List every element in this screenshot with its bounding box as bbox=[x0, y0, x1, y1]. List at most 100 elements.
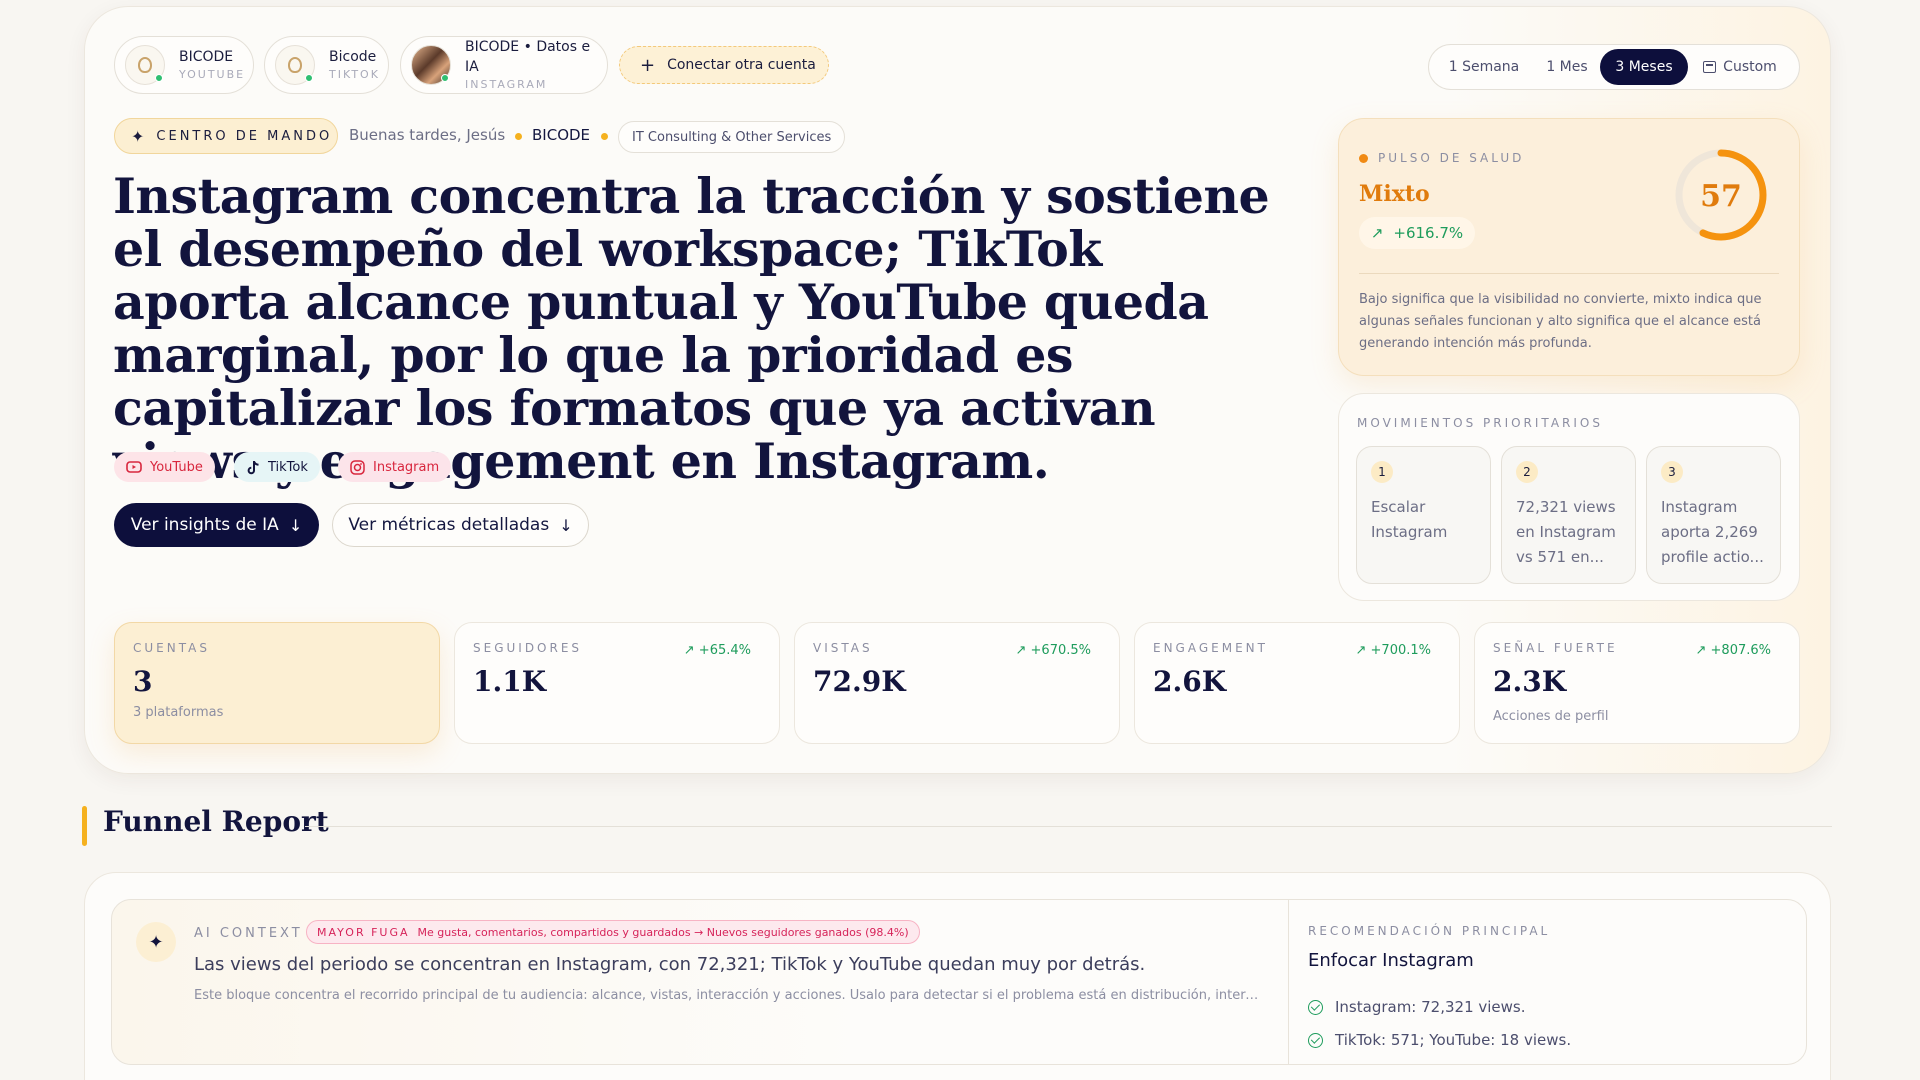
kpi-label: SEGUIDORES bbox=[473, 641, 583, 655]
platform-tag-instagram[interactable]: Instagram bbox=[338, 452, 452, 482]
command-center-badge: ✦ CENTRO DE MANDO bbox=[114, 118, 338, 154]
kpi-delta-value: +807.6% bbox=[1710, 643, 1771, 658]
kpi-value: 2.3K bbox=[1493, 665, 1567, 698]
priority-moves-title: MOVIMIENTOS PRIORITARIOS bbox=[1357, 416, 1603, 430]
range-custom[interactable]: Custom bbox=[1688, 49, 1792, 85]
kpi-subtext: 3 plataformas bbox=[133, 705, 224, 720]
kpi-delta: ↗ +65.4% bbox=[684, 643, 751, 658]
move-number: 3 bbox=[1661, 461, 1683, 483]
plus-icon: + bbox=[640, 54, 656, 76]
health-pulse-card: PULSO DE SALUD Mixto ↗ +616.7% 57 Bajo s… bbox=[1338, 118, 1800, 376]
youtube-icon bbox=[126, 461, 142, 473]
detailed-metrics-button[interactable]: Ver métricas detalladas ↓ bbox=[332, 503, 589, 547]
account-pill-youtube[interactable]: BICODE YOUTUBE bbox=[114, 36, 254, 94]
section-accent-bar bbox=[82, 806, 87, 846]
ai-insights-button[interactable]: Ver insights de IA ↓ bbox=[114, 503, 319, 547]
account-name: BICODE bbox=[179, 49, 234, 65]
arrow-up-right-icon: ↗ bbox=[1355, 643, 1371, 658]
detailed-metrics-label: Ver métricas detalladas bbox=[348, 515, 550, 535]
kpi-label: SEÑAL FUERTE bbox=[1493, 641, 1618, 655]
account-pill-tiktok[interactable]: Bicode TIKTOK bbox=[264, 36, 389, 94]
priority-moves-card: MOVIMIENTOS PRIORITARIOS 1 Escalar Insta… bbox=[1338, 393, 1800, 601]
account-platform: INSTAGRAM bbox=[465, 78, 548, 91]
health-description: Bajo significa que la visibilidad no con… bbox=[1359, 292, 1762, 351]
account-name: BICODE • Datos e IA bbox=[465, 39, 591, 75]
status-dot bbox=[155, 74, 163, 82]
kpi-delta: ↗ +700.1% bbox=[1356, 643, 1432, 658]
bicode-logo-avatar bbox=[125, 45, 165, 85]
instagram-icon bbox=[350, 459, 365, 475]
arrow-up-right-icon: ↗ bbox=[683, 643, 699, 658]
kpi-card-engagement[interactable]: ENGAGEMENT ↗ +700.1% 2.6K bbox=[1134, 622, 1460, 744]
range-1-month[interactable]: 1 Mes bbox=[1534, 49, 1600, 85]
calendar-icon bbox=[1703, 61, 1717, 73]
priority-move-card[interactable]: 3 Instagram aporta 2,269 profile actio..… bbox=[1646, 446, 1781, 584]
ai-context-box: ✦ AI CONTEXT MAYOR FUGA Me gusta, coment… bbox=[111, 899, 1807, 1065]
status-dot bbox=[441, 74, 449, 82]
bicode-logo-avatar bbox=[275, 45, 315, 85]
sparkles-icon: ✦ bbox=[136, 922, 176, 962]
kpi-delta: ↗ +670.5% bbox=[1016, 643, 1092, 658]
ai-context-detail: Este bloque concentra el recorrido princ… bbox=[194, 988, 1266, 1003]
move-text: Escalar Instagram bbox=[1371, 498, 1448, 541]
kpi-label: ENGAGEMENT bbox=[1153, 641, 1268, 655]
recommendation-item: TikTok: 571; YouTube: 18 views. bbox=[1308, 1031, 1571, 1049]
platform-tag-tiktok[interactable]: TikTok bbox=[234, 452, 320, 482]
kpi-value: 1.1K bbox=[473, 665, 547, 698]
ai-context-label: AI CONTEXT bbox=[194, 926, 303, 941]
tiktok-icon bbox=[246, 460, 260, 475]
health-delta-badge: ↗ +616.7% bbox=[1359, 217, 1475, 249]
time-range-selector: 1 Semana 1 Mes 3 Meses Custom bbox=[1428, 44, 1800, 90]
priority-move-card[interactable]: 2 72,321 views en Instagram vs 571 en... bbox=[1501, 446, 1636, 584]
kpi-label: VISTAS bbox=[813, 641, 873, 655]
account-pill-instagram[interactable]: BICODE • Datos e IA INSTAGRAM bbox=[400, 36, 608, 94]
divider bbox=[1288, 900, 1289, 1064]
industry-tag: IT Consulting & Other Services bbox=[618, 121, 846, 153]
account-platform: YOUTUBE bbox=[179, 68, 246, 81]
greeting: Buenas tardes, Jesús bbox=[349, 126, 506, 144]
health-status-dot bbox=[1359, 153, 1368, 163]
funnel-report-title: Funnel Report bbox=[103, 805, 329, 838]
kpi-subtext: Acciones de perfil bbox=[1493, 709, 1609, 724]
check-circle-icon bbox=[1308, 1032, 1323, 1048]
arrow-up-right-icon: ↗ bbox=[1370, 224, 1384, 242]
separator-dot bbox=[515, 133, 522, 140]
kpi-delta-value: +670.5% bbox=[1030, 643, 1091, 658]
move-number: 1 bbox=[1371, 461, 1393, 483]
biggest-leak-badge: MAYOR FUGA Me gusta, comentarios, compar… bbox=[306, 920, 920, 944]
status-dot bbox=[305, 74, 313, 82]
check-circle-icon bbox=[1308, 999, 1323, 1015]
recommendation-item-text: TikTok: 571; YouTube: 18 views. bbox=[1335, 1031, 1572, 1049]
kpi-delta: ↗ +807.6% bbox=[1696, 643, 1772, 658]
account-name: Bicode bbox=[329, 49, 377, 65]
platform-tag-youtube[interactable]: YouTube bbox=[114, 452, 215, 482]
range-3-months[interactable]: 3 Meses bbox=[1600, 49, 1688, 85]
health-label-text: PULSO DE SALUD bbox=[1378, 151, 1525, 165]
kpi-card-accounts[interactable]: CUENTAS 3 3 plataformas bbox=[114, 622, 440, 744]
workspace-name: BICODE bbox=[532, 126, 591, 144]
recommendation-title: Enfocar Instagram bbox=[1308, 950, 1474, 971]
range-1-week[interactable]: 1 Semana bbox=[1434, 49, 1534, 85]
section-divider bbox=[305, 826, 1832, 827]
move-text: 72,321 views en Instagram vs 571 en... bbox=[1516, 498, 1616, 566]
kpi-card-followers[interactable]: SEGUIDORES ↗ +65.4% 1.1K bbox=[454, 622, 780, 744]
profile-photo-avatar bbox=[411, 45, 451, 85]
separator-dot bbox=[601, 133, 608, 140]
health-label: PULSO DE SALUD bbox=[1359, 151, 1524, 165]
platform-tag-label: YouTube bbox=[150, 459, 203, 475]
kpi-value: 3 bbox=[133, 665, 153, 698]
kpi-delta-value: +65.4% bbox=[698, 643, 751, 658]
leak-key: MAYOR FUGA bbox=[317, 925, 410, 939]
kpi-card-strong-signal[interactable]: SEÑAL FUERTE ↗ +807.6% 2.3K Acciones de … bbox=[1474, 622, 1800, 744]
kpi-label: CUENTAS bbox=[133, 641, 210, 655]
leak-text: Me gusta, comentarios, compartidos y gua… bbox=[417, 925, 909, 939]
move-text: Instagram aporta 2,269 profile actio... bbox=[1661, 498, 1764, 566]
platform-tag-label: TikTok bbox=[268, 459, 308, 475]
connect-account-button[interactable]: + Conectar otra cuenta bbox=[619, 46, 829, 84]
funnel-report-card: ✦ AI CONTEXT MAYOR FUGA Me gusta, coment… bbox=[84, 872, 1831, 1080]
priority-move-card[interactable]: 1 Escalar Instagram bbox=[1356, 446, 1491, 584]
kpi-value: 2.6K bbox=[1153, 665, 1227, 698]
divider bbox=[1359, 273, 1779, 274]
kpi-card-views[interactable]: VISTAS ↗ +670.5% 72.9K bbox=[794, 622, 1120, 744]
recommendation-item: Instagram: 72,321 views. bbox=[1308, 998, 1526, 1016]
